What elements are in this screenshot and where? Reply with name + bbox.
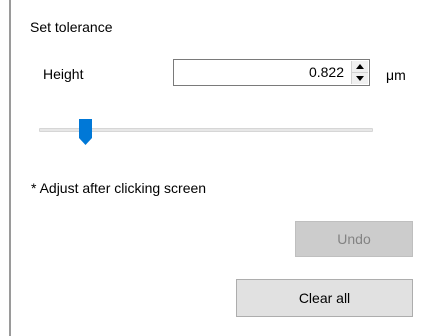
triangle-up-icon bbox=[356, 64, 364, 69]
adjust-note: * Adjust after clicking screen bbox=[31, 180, 207, 196]
panel-divider bbox=[9, 0, 11, 336]
spin-buttons bbox=[351, 61, 368, 84]
tolerance-slider-thumb[interactable] bbox=[79, 119, 93, 145]
decrement-button[interactable] bbox=[352, 73, 368, 84]
undo-button[interactable]: Undo bbox=[295, 221, 413, 257]
section-title: Set tolerance bbox=[30, 19, 113, 35]
clear-all-button[interactable]: Clear all bbox=[236, 279, 413, 317]
tolerance-panel: Set tolerance Height 0.822 μm * Adjust a… bbox=[0, 0, 427, 336]
height-label: Height bbox=[43, 66, 84, 82]
height-unit: μm bbox=[386, 67, 406, 83]
height-value[interactable]: 0.822 bbox=[309, 64, 344, 80]
triangle-down-icon bbox=[356, 76, 364, 81]
increment-button[interactable] bbox=[352, 61, 368, 73]
height-spinbox[interactable]: 0.822 bbox=[173, 59, 370, 86]
